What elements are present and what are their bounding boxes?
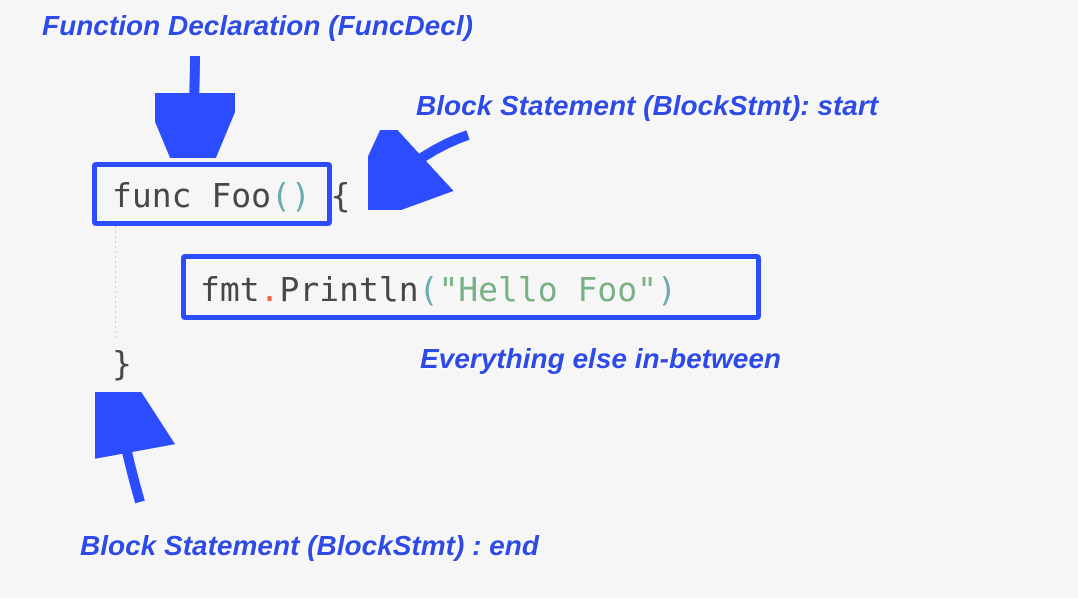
code-paren-close: ): [657, 270, 677, 309]
code-dot: .: [260, 270, 280, 309]
annotation-blockend: Block Statement (BlockStmt) : end: [80, 530, 539, 562]
arrow-funcdecl: [155, 48, 235, 158]
code-func-name: Foo: [191, 176, 270, 215]
code-string-literal: "Hello Foo": [438, 270, 657, 309]
code-line-2: fmt.Println("Hello Foo"): [200, 270, 677, 309]
annotation-inbetween: Everything else in-between: [420, 343, 781, 375]
annotation-funcdecl: Function Declaration (FuncDecl): [42, 10, 473, 42]
annotation-blockstart: Block Statement (BlockStmt): start: [416, 90, 878, 122]
code-paren-open: (: [419, 270, 439, 309]
indent-guide: [115, 226, 116, 341]
code-line-3: }: [112, 344, 132, 383]
code-brace-close: }: [112, 344, 132, 383]
code-brace-open: {: [311, 176, 351, 215]
code-parens: (): [271, 176, 311, 215]
code-keyword-func: func: [112, 176, 191, 215]
arrow-blockend: [95, 392, 175, 512]
arrow-blockstart: [368, 130, 478, 210]
code-pkg: fmt: [200, 270, 260, 309]
code-fn: Println: [279, 270, 418, 309]
code-line-1: func Foo() {: [112, 176, 350, 215]
